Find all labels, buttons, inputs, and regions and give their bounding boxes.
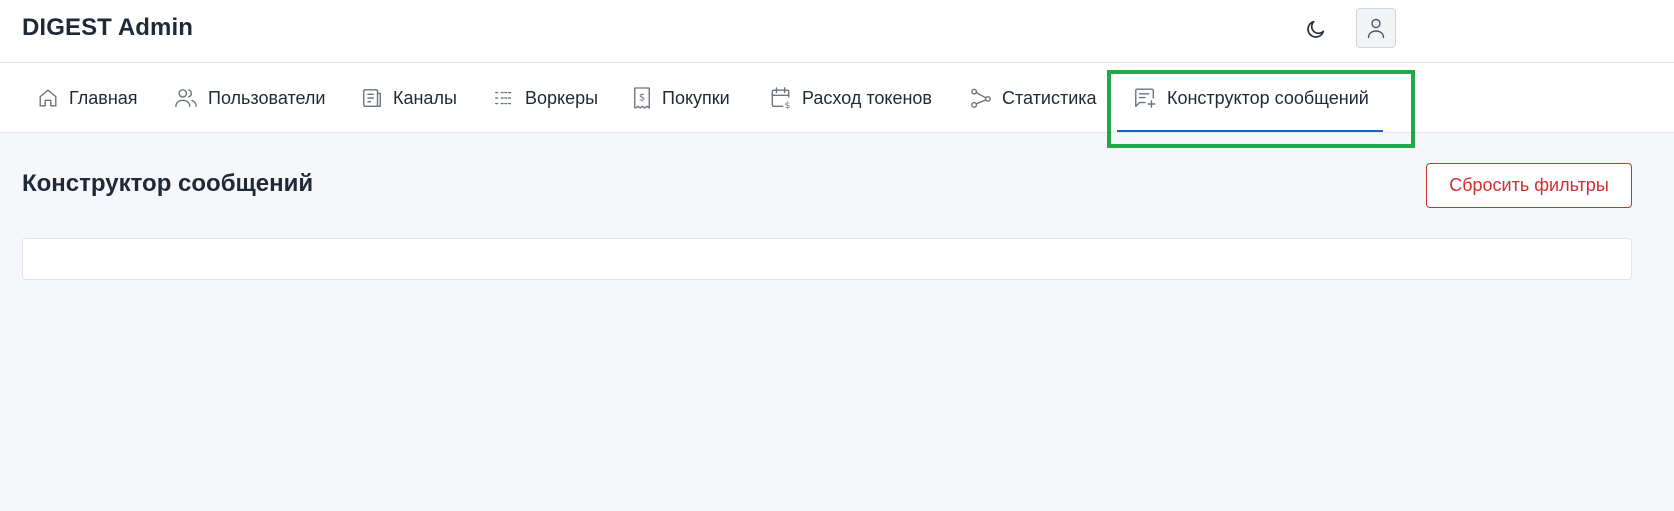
app-root: DIGEST Admin Главная Пользователи Каналы… — [0, 0, 1674, 511]
nav-item-statistics[interactable]: Статистика — [970, 63, 1097, 133]
list-icon — [495, 91, 513, 105]
svg-text:$: $ — [639, 93, 645, 104]
page-title: Конструктор сообщений — [22, 170, 314, 197]
nav-item-workers[interactable]: Воркеры — [493, 63, 598, 133]
nav-item-message-builder[interactable]: Конструктор сообщений — [1117, 63, 1383, 133]
reset-filters-button[interactable]: Сбросить фильтры — [1426, 163, 1632, 208]
brand-title: DIGEST Admin — [22, 14, 193, 41]
user-icon — [1367, 18, 1385, 39]
main-nav: Главная Пользователи Каналы Воркеры $ По… — [0, 63, 1674, 133]
content-panel — [22, 238, 1632, 280]
share-graph-icon — [971, 88, 991, 108]
nav-item-label: Каналы — [393, 87, 457, 108]
top-header: DIGEST Admin — [0, 0, 1674, 63]
nav-item-purchases[interactable]: $ Покупки — [632, 63, 730, 133]
receipt-icon: $ — [634, 87, 650, 109]
nav-item-label: Конструктор сообщений — [1167, 87, 1369, 108]
nav-item-token-usage[interactable]: $ Расход токенов — [770, 63, 932, 133]
calendar-dollar-icon: $ — [771, 87, 791, 110]
nav-item-label: Воркеры — [525, 87, 599, 108]
message-plus-icon — [1135, 88, 1156, 108]
home-icon — [39, 89, 57, 107]
nav-item-home[interactable]: Главная — [37, 63, 138, 133]
nav-item-channels[interactable]: Каналы — [361, 63, 457, 133]
nav-item-label: Главная — [69, 87, 138, 108]
svg-text:$: $ — [785, 100, 791, 110]
nav-item-label: Покупки — [662, 87, 730, 108]
user-menu-button[interactable] — [1356, 8, 1396, 48]
nav-item-label: Статистика — [1002, 87, 1097, 108]
nav-item-label: Расход токенов — [802, 87, 932, 108]
users-icon — [175, 89, 197, 107]
nav-item-label: Пользователи — [208, 87, 326, 108]
channels-icon — [363, 89, 381, 107]
nav-item-users[interactable]: Пользователи — [174, 63, 325, 133]
theme-toggle-button[interactable] — [1302, 15, 1330, 43]
moon-icon — [1307, 20, 1325, 38]
